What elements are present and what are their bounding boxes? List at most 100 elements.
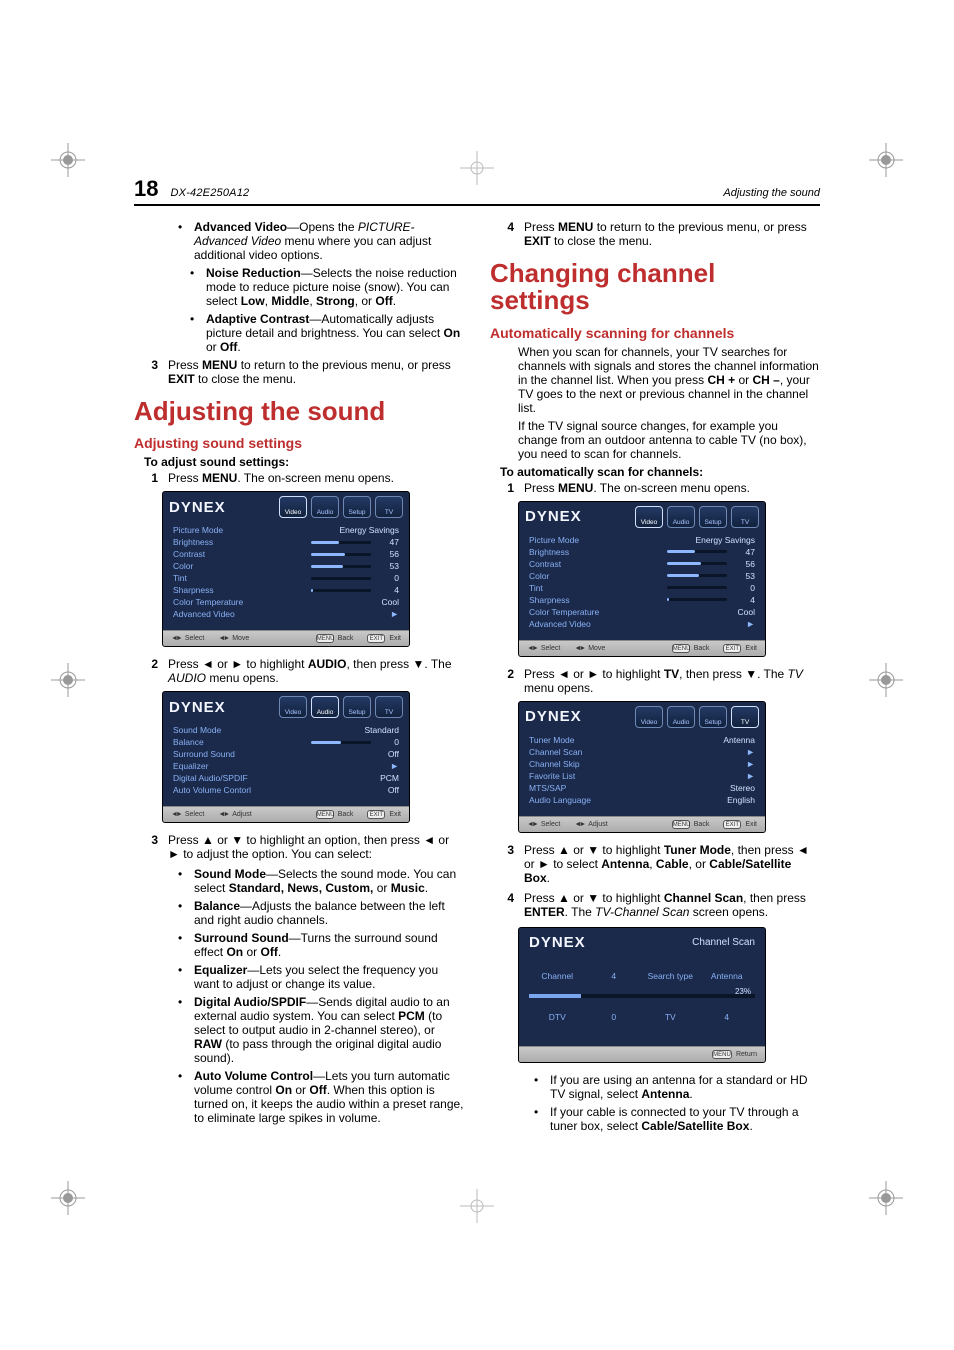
scan-cell: Channel bbox=[529, 971, 586, 981]
scan-cell: Search type bbox=[642, 971, 699, 981]
text-italic: AUDIO bbox=[168, 671, 206, 685]
osd-screenshot-audio: DYNEXVideoAudioSetupTVSound ModeStandard… bbox=[162, 691, 410, 823]
osd-row: Sharpness4 bbox=[173, 584, 399, 596]
osd-footer-back: MENUBack bbox=[672, 644, 710, 653]
osd-row: Digital Audio/SPDIFPCM bbox=[173, 772, 399, 784]
osd-screenshot-video: DYNEXVideoAudioSetupTVPicture ModeEnergy… bbox=[518, 501, 766, 657]
procedure-label: To automatically scan for channels: bbox=[500, 465, 820, 479]
osd-tab: Audio bbox=[311, 696, 339, 718]
text: (to pass through the original digital au… bbox=[194, 1037, 441, 1065]
osd-row: Channel Skip► bbox=[529, 758, 755, 770]
osd-tab: Video bbox=[635, 506, 663, 528]
text: Press ▲ or ▼ to highlight an option, the… bbox=[168, 833, 464, 861]
brand-logo: DYNEX bbox=[525, 708, 582, 725]
osd-footer-move: ◄► Move bbox=[574, 645, 605, 652]
osd-row: Surround SoundOff bbox=[173, 748, 399, 760]
text: Press ◄ or ► to highlight bbox=[168, 657, 308, 671]
osd-row: Color53 bbox=[529, 570, 755, 582]
heading-adjusting-sound: Adjusting the sound bbox=[134, 398, 464, 425]
text-bold: Off bbox=[309, 1083, 326, 1097]
text: , or bbox=[355, 294, 376, 308]
osd-footer-exit: EXITExit bbox=[723, 644, 757, 653]
left-column: Advanced Video—Opens the PICTURE-Advance… bbox=[134, 220, 464, 1137]
text-bold: TV bbox=[664, 667, 679, 681]
osd-row: Brightness47 bbox=[173, 536, 399, 548]
osd-tab: Video bbox=[635, 706, 663, 728]
osd-row: Contrast56 bbox=[529, 558, 755, 570]
osd-row: Equalizer► bbox=[173, 760, 399, 772]
text-bold: Balance bbox=[194, 899, 240, 913]
text-bold: RAW bbox=[194, 1037, 222, 1051]
osd-screenshot-tv: DYNEXVideoAudioSetupTVTuner ModeAntennaC… bbox=[518, 701, 766, 833]
osd-tab: TV bbox=[731, 506, 759, 528]
step-number: 3 bbox=[144, 358, 158, 386]
text: to close the menu. bbox=[195, 372, 296, 386]
text: . bbox=[547, 871, 550, 885]
heading-channel-settings: Changing channel settings bbox=[490, 260, 820, 315]
scan-cell: DTV bbox=[529, 1012, 586, 1022]
scan-row: Channel 4 Search type Antenna bbox=[529, 965, 755, 987]
osd-row: Color53 bbox=[173, 560, 399, 572]
text-bold: Tuner Mode bbox=[664, 843, 731, 857]
text: , then press bbox=[743, 891, 806, 905]
text-bold: ENTER bbox=[524, 905, 565, 919]
osd-footer-back: MENUBack bbox=[316, 810, 354, 819]
step-number: 2 bbox=[500, 667, 514, 695]
text-bold: Cable/Satellite Box bbox=[641, 1119, 749, 1133]
osd-row: Brightness47 bbox=[529, 546, 755, 558]
osd-tab: TV bbox=[375, 496, 403, 518]
text-bold: Low bbox=[241, 294, 265, 308]
osd-footer-move: ◄► Adjust bbox=[574, 821, 607, 828]
osd-footer-move: ◄► Adjust bbox=[218, 811, 251, 818]
footer-label: Return bbox=[736, 1051, 757, 1058]
osd-tab: Setup bbox=[699, 506, 727, 528]
scan-cell: 4 bbox=[586, 971, 643, 981]
list-item: Equalizer—Lets you select the frequency … bbox=[178, 963, 464, 991]
text-bold: On bbox=[226, 945, 243, 959]
step-1: 1 Press MENU. The on-screen menu opens. bbox=[144, 471, 464, 485]
text-bold: Antenna bbox=[601, 857, 649, 871]
text-bold: MENU bbox=[202, 471, 237, 485]
list-item: Adaptive Contrast—Automatically adjusts … bbox=[190, 312, 464, 354]
text: or bbox=[206, 340, 220, 354]
text: . bbox=[749, 1119, 752, 1133]
text-bold: MENU bbox=[558, 220, 593, 234]
osd-tab: Video bbox=[279, 696, 307, 718]
brand-logo: DYNEX bbox=[525, 508, 582, 525]
osd-title: Channel Scan bbox=[692, 937, 755, 948]
text: Press bbox=[168, 358, 202, 372]
osd-tab: Setup bbox=[343, 496, 371, 518]
osd-row: Advanced Video► bbox=[529, 618, 755, 630]
step-4: 4 Press MENU to return to the previous m… bbox=[500, 220, 820, 248]
text-bold: Auto Volume Control bbox=[194, 1069, 313, 1083]
osd-row: Tuner ModeAntenna bbox=[529, 734, 755, 746]
paragraph: When you scan for channels, your TV sear… bbox=[518, 345, 820, 415]
step-3: 3 Press MENU to return to the previous m… bbox=[144, 358, 464, 386]
text-bold: Surround Sound bbox=[194, 931, 289, 945]
osd-tab: Setup bbox=[699, 706, 727, 728]
crop-mark-icon bbox=[866, 1178, 906, 1218]
text: or bbox=[243, 945, 260, 959]
step-4: 4 Press ▲ or ▼ to highlight Channel Scan… bbox=[500, 891, 820, 919]
osd-footer-back: MENUBack bbox=[316, 634, 354, 643]
text: Press ▲ or ▼ to highlight bbox=[524, 891, 664, 905]
text: . bbox=[689, 1087, 692, 1101]
text-bold: Middle bbox=[271, 294, 309, 308]
step-number: 3 bbox=[144, 833, 158, 861]
crop-mark-icon bbox=[48, 140, 88, 180]
osd-row: Color TemperatureCool bbox=[173, 596, 399, 608]
text-bold: PCM bbox=[398, 1009, 425, 1023]
osd-screenshot-video: DYNEXVideoAudioSetupTVPicture ModeEnergy… bbox=[162, 491, 410, 647]
text: menu opens. bbox=[524, 681, 593, 695]
list-item: Noise Reduction—Selects the noise reduct… bbox=[190, 266, 464, 308]
list-item: If your cable is connected to your TV th… bbox=[534, 1105, 820, 1133]
text-bold: Cable bbox=[656, 857, 689, 871]
osd-row: Advanced Video► bbox=[173, 608, 399, 620]
text-italic: TV-Channel Scan bbox=[595, 905, 689, 919]
page-number: 18 bbox=[134, 176, 158, 202]
scan-row: DTV 0 TV 4 bbox=[529, 1006, 755, 1028]
text: to return to the previous menu, or press bbox=[593, 220, 806, 234]
osd-row: Sharpness4 bbox=[529, 594, 755, 606]
text: . The on-screen menu opens. bbox=[237, 471, 394, 485]
text: , or bbox=[689, 857, 710, 871]
